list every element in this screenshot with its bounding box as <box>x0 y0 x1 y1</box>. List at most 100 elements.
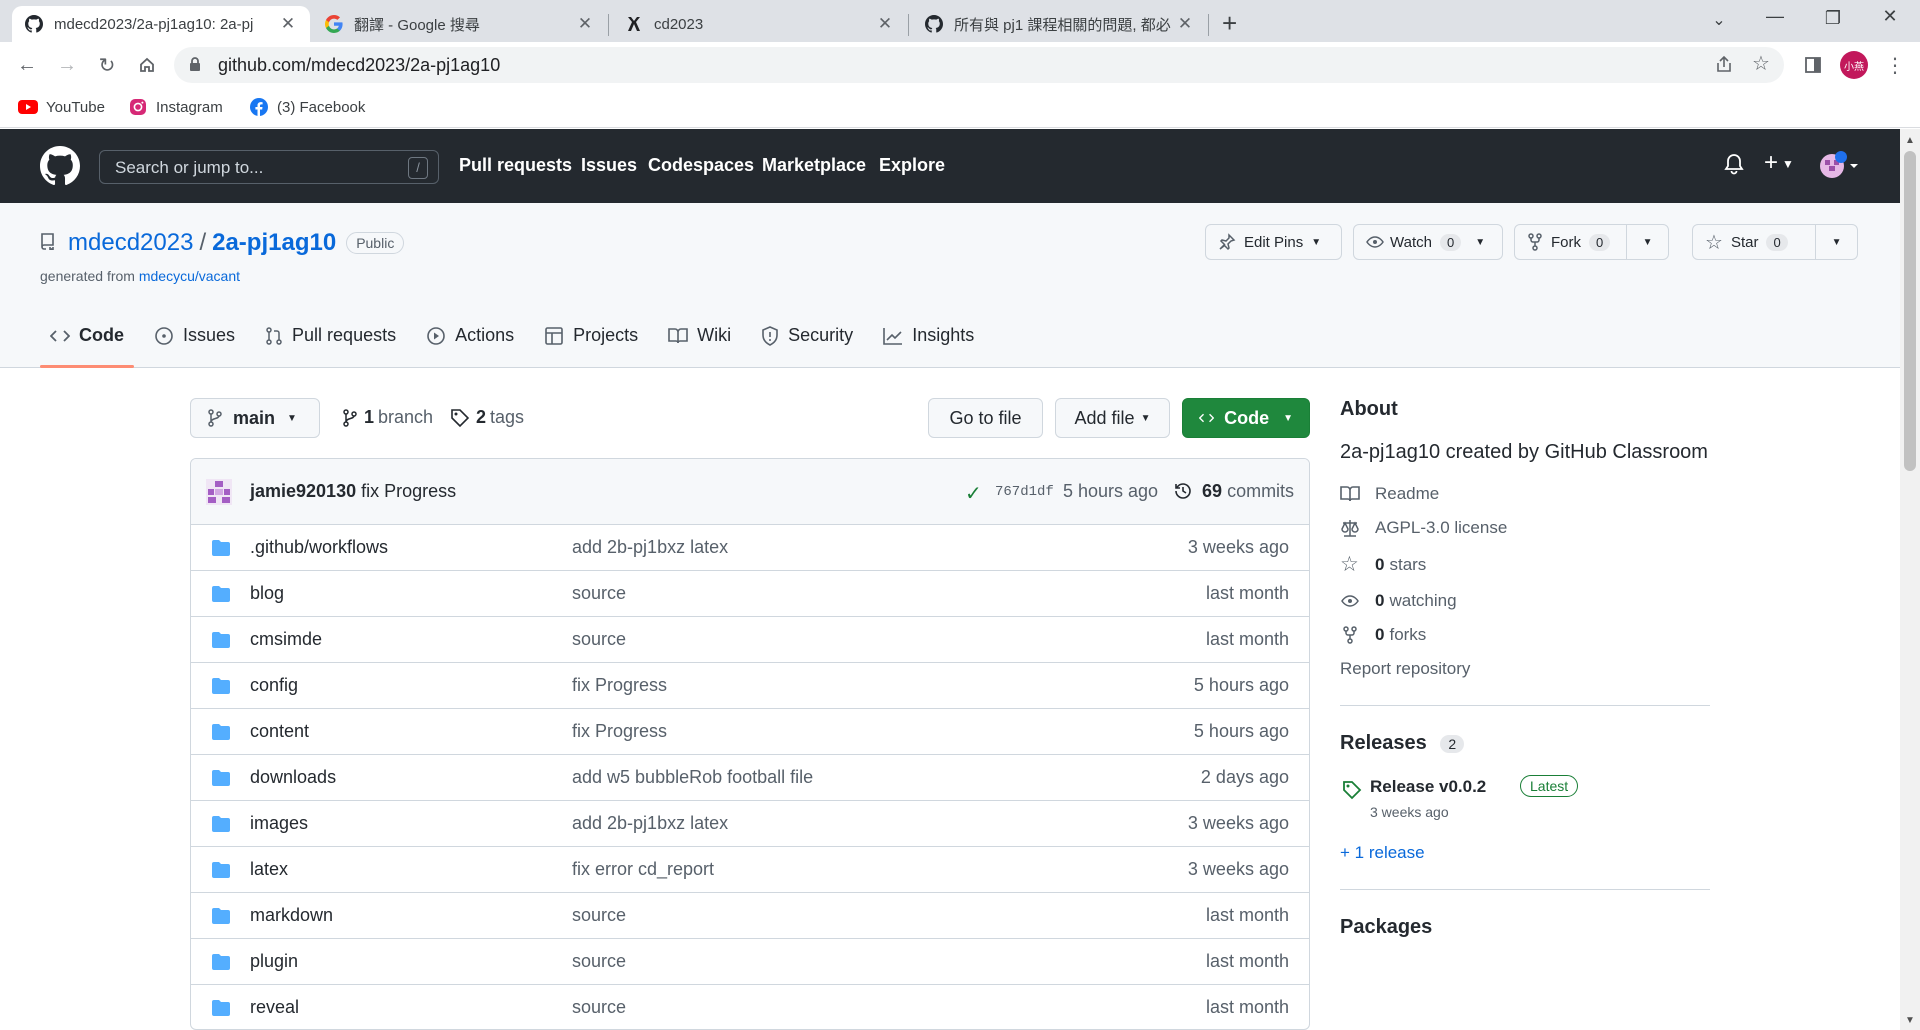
nav-explore[interactable]: Explore <box>879 155 945 176</box>
home-icon[interactable] <box>132 50 162 80</box>
close-icon[interactable]: ✕ <box>1175 14 1195 34</box>
readme-link[interactable]: Readme <box>1340 484 1710 504</box>
file-name[interactable]: content <box>250 721 309 742</box>
profile-avatar[interactable]: 小燕 <box>1840 51 1868 79</box>
scroll-thumb[interactable] <box>1904 151 1916 471</box>
file-row[interactable]: images add 2b-pj1bxz latex 3 weeks ago <box>191 801 1309 847</box>
file-commit-message[interactable]: add 2b-pj1bxz latex <box>572 813 728 834</box>
releases-heading[interactable]: Releases 2 <box>1340 732 1710 755</box>
file-commit-message[interactable]: source <box>572 629 626 650</box>
file-commit-message[interactable]: add w5 bubbleRob football file <box>572 767 813 788</box>
repo-owner-link[interactable]: mdecd2023 <box>68 229 193 257</box>
restore-icon[interactable]: ❐ <box>1818 8 1848 29</box>
close-icon[interactable]: ✕ <box>575 14 595 34</box>
bell-icon[interactable] <box>1724 153 1744 180</box>
file-commit-message[interactable]: source <box>572 951 626 972</box>
file-commit-message[interactable]: fix Progress <box>572 721 667 742</box>
nav-codespaces[interactable]: Codespaces <box>648 155 754 176</box>
tags-link[interactable]: 2 tags <box>450 407 524 428</box>
tab-projects[interactable]: Projects <box>534 313 648 358</box>
stars-link[interactable]: ☆ 0 stars <box>1340 552 1710 577</box>
commits-link[interactable]: 69 commits <box>1173 481 1294 502</box>
license-link[interactable]: AGPL-3.0 license <box>1340 518 1710 538</box>
tab-actions[interactable]: Actions <box>416 313 524 358</box>
bookmark-youtube[interactable]: YouTube <box>18 97 105 117</box>
file-name[interactable]: latex <box>250 859 288 880</box>
back-icon[interactable]: ← <box>12 50 42 80</box>
edit-pins-button[interactable]: Edit Pins ▼ <box>1205 224 1342 260</box>
bookmark-star-icon[interactable]: ☆ <box>1752 51 1770 76</box>
file-commit-message[interactable]: source <box>572 997 626 1018</box>
file-name[interactable]: downloads <box>250 767 336 788</box>
file-row[interactable]: content fix Progress 5 hours ago <box>191 709 1309 755</box>
commit-time[interactable]: 5 hours ago <box>1063 481 1158 502</box>
browser-tab[interactable]: 翻譯 - Google 搜尋 ✕ <box>312 6 607 42</box>
tab-pull-requests[interactable]: Pull requests <box>255 313 406 358</box>
side-panel-icon[interactable] <box>1798 50 1828 80</box>
tab-security[interactable]: Security <box>751 313 863 358</box>
file-commit-message[interactable]: source <box>572 583 626 604</box>
file-commit-message[interactable]: add 2b-pj1bxz latex <box>572 537 728 558</box>
latest-release[interactable]: Release v0.0.2 Latest 3 weeks ago <box>1340 775 1710 823</box>
create-new-icon[interactable]: + ▼ <box>1764 149 1794 177</box>
window-close-icon[interactable]: ✕ <box>1875 6 1905 27</box>
check-icon[interactable]: ✓ <box>965 481 982 506</box>
file-name[interactable]: reveal <box>250 997 299 1018</box>
forks-link[interactable]: 0 forks <box>1340 625 1710 645</box>
branch-select[interactable]: main ▼ <box>190 398 320 438</box>
file-name[interactable]: markdown <box>250 905 333 926</box>
add-file-button[interactable]: Add file ▼ <box>1055 398 1170 438</box>
scroll-up-icon[interactable]: ▲ <box>1905 135 1915 146</box>
user-avatar[interactable] <box>1818 151 1860 186</box>
browser-tab[interactable]: 所有與 pj1 課程相關的問題, 都必 ✕ <box>912 6 1207 42</box>
nav-pull-requests[interactable]: Pull requests <box>459 155 572 176</box>
fork-button[interactable]: Fork 0 ▼ <box>1514 224 1669 260</box>
code-button[interactable]: Code ▼ <box>1182 398 1310 438</box>
file-row[interactable]: reveal source last month <box>191 985 1309 1029</box>
nav-marketplace[interactable]: Marketplace <box>762 155 866 176</box>
nav-issues[interactable]: Issues <box>581 155 637 176</box>
file-row[interactable]: plugin source last month <box>191 939 1309 985</box>
address-bar[interactable]: github.com/mdecd2023/2a-pj1ag10 ☆ <box>174 47 1784 83</box>
file-name[interactable]: .github/workflows <box>250 537 388 558</box>
watching-link[interactable]: 0 watching <box>1340 591 1710 611</box>
file-row[interactable]: cmsimde source last month <box>191 617 1309 663</box>
commit-message[interactable]: fix Progress <box>361 481 456 501</box>
file-commit-message[interactable]: fix error cd_report <box>572 859 714 880</box>
file-name[interactable]: plugin <box>250 951 298 972</box>
file-row[interactable]: latex fix error cd_report 3 weeks ago <box>191 847 1309 893</box>
file-name[interactable]: blog <box>250 583 284 604</box>
commit-author[interactable]: jamie920130 <box>250 481 356 501</box>
close-icon[interactable]: ✕ <box>875 14 895 34</box>
star-button[interactable]: ☆ Star 0 ▼ <box>1692 224 1858 260</box>
browser-tab[interactable]: cd2023 ✕ <box>612 6 907 42</box>
scroll-down-icon[interactable]: ▼ <box>1905 1015 1915 1026</box>
new-tab-button[interactable]: + <box>1222 8 1237 39</box>
commit-sha[interactable]: 767d1df <box>995 484 1054 500</box>
branches-link[interactable]: 1 branch <box>342 407 433 428</box>
reload-icon[interactable]: ↻ <box>92 50 122 80</box>
packages-heading[interactable]: Packages <box>1340 916 1710 939</box>
chevron-down-icon[interactable]: ▼ <box>1626 225 1668 259</box>
release-name[interactable]: Release v0.0.2 <box>1370 777 1486 797</box>
file-row[interactable]: config fix Progress 5 hours ago <box>191 663 1309 709</box>
bookmark-instagram[interactable]: Instagram <box>128 97 223 117</box>
file-row[interactable]: markdown source last month <box>191 893 1309 939</box>
chevron-down-icon[interactable]: ▼ <box>1815 225 1857 259</box>
share-icon[interactable] <box>1714 54 1734 79</box>
go-to-file-button[interactable]: Go to file <box>928 398 1043 438</box>
menu-icon[interactable]: ⋮ <box>1880 50 1910 80</box>
tab-wiki[interactable]: Wiki <box>658 313 741 358</box>
repo-name-link[interactable]: 2a-pj1ag10 <box>212 229 336 257</box>
lock-icon[interactable] <box>188 56 202 77</box>
github-search-input[interactable]: Search or jump to... / <box>99 150 439 184</box>
tab-issues[interactable]: Issues <box>144 313 245 358</box>
file-commit-message[interactable]: source <box>572 905 626 926</box>
url-text[interactable]: github.com/mdecd2023/2a-pj1ag10 <box>218 55 500 76</box>
more-releases-link[interactable]: + 1 release <box>1340 843 1710 863</box>
tab-search-icon[interactable]: ⌄ <box>1704 10 1734 30</box>
tab-code[interactable]: Code <box>40 313 134 368</box>
forward-icon[interactable]: → <box>52 50 82 80</box>
template-repo-link[interactable]: mdecycu/vacant <box>139 268 240 284</box>
tab-insights[interactable]: Insights <box>873 313 984 358</box>
